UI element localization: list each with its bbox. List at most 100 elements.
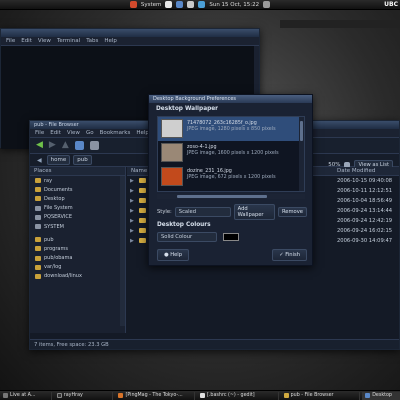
place-file-system[interactable]: File System	[30, 204, 125, 213]
sidebar-header[interactable]: Places	[30, 167, 125, 176]
taskbar-item-live[interactable]: Live at A...	[0, 391, 52, 400]
wallpaper-item[interactable]: zoso-4-1.jpg JPEG image, 1600 pixels x 1…	[158, 141, 304, 165]
system-menu[interactable]: System	[141, 2, 162, 8]
help-button[interactable]: ● Help	[157, 249, 190, 261]
taskbar-item-terminal[interactable]: rayHray	[54, 391, 114, 400]
network-icon[interactable]	[176, 1, 184, 8]
desktop-icon	[365, 393, 371, 398]
expander-icon[interactable]: ▶	[130, 208, 134, 214]
remove-button[interactable]: Remove	[277, 207, 307, 217]
background-preferences-dialog[interactable]: Desktop Background Preferences Desktop W…	[148, 94, 313, 266]
wallpaper-list-scrollbar[interactable]	[299, 117, 304, 191]
terminal-menu-help[interactable]: Help	[104, 38, 117, 44]
place-label: SYSTEM	[44, 223, 64, 230]
sidebar-scrollbar[interactable]	[120, 176, 125, 326]
bookmark-pub-obama[interactable]: pub/obama	[30, 254, 125, 263]
launcher-icon[interactable]	[165, 1, 173, 8]
terminal-menu-view[interactable]: View	[38, 38, 51, 44]
wallpaper-thumbnail	[161, 119, 183, 138]
colour-mode-select[interactable]: Solid Colour	[157, 232, 217, 242]
colour-swatch-button[interactable]	[223, 233, 239, 241]
place-pqservice[interactable]: PQSERVICE	[30, 213, 125, 222]
terminal-titlebar[interactable]	[1, 29, 259, 37]
column-name[interactable]: Name	[131, 168, 147, 174]
finish-button[interactable]: ✓ Finish	[272, 249, 307, 261]
row-date: 2006-10-04 18:56:49	[337, 198, 393, 204]
scrollbar-thumb[interactable]	[177, 195, 267, 198]
mail-icon[interactable]	[198, 1, 206, 8]
location-button-home[interactable]: home	[46, 155, 71, 165]
terminal-menu-terminal[interactable]: Terminal	[57, 38, 80, 44]
fb-menu-file[interactable]: File	[35, 130, 44, 136]
fb-menu-edit[interactable]: Edit	[50, 130, 61, 136]
taskbar-item-gedit[interactable]: [.bashrc (~) - gedit]	[197, 391, 279, 400]
fb-menu-go[interactable]: Go	[86, 130, 94, 136]
wallpaper-list[interactable]: 71478072_263c16285f_o.jpg JPEG image, 12…	[157, 116, 305, 192]
terminal-menu-edit[interactable]: Edit	[21, 38, 32, 44]
style-select[interactable]: Scaled	[174, 207, 231, 217]
place-label: PQSERVICE	[44, 214, 73, 221]
folder-icon	[35, 246, 41, 252]
wallpaper-info: JPEG image, 1280 pixels x 850 pixels	[187, 127, 276, 132]
taskbar-item-file-browser[interactable]: pub - File Browser	[281, 391, 361, 400]
column-date-modified[interactable]: Date Modified	[337, 168, 375, 174]
app-icon	[3, 393, 8, 398]
taskbar-item-browser[interactable]: [PingMag - The Tokyo-...	[115, 391, 196, 400]
folder-icon	[139, 208, 146, 213]
bookmark-var-log[interactable]: var/log	[30, 263, 125, 272]
expander-icon[interactable]: ▶	[130, 188, 134, 194]
folder-icon	[283, 393, 289, 398]
scrollbar-thumb[interactable]	[300, 121, 303, 141]
folder-icon	[35, 264, 41, 270]
folder-icon	[35, 187, 41, 193]
fb-menu-help[interactable]: Help	[136, 130, 149, 136]
bottom-taskbar: Live at A... rayHray [PingMag - The Toky…	[0, 390, 400, 400]
place-desktop[interactable]: Desktop	[30, 194, 125, 203]
dialog-title[interactable]: Desktop Background Preferences	[149, 95, 312, 103]
bookmark-download-linux[interactable]: download/linux	[30, 272, 125, 281]
reload-icon[interactable]	[74, 141, 84, 150]
power-icon[interactable]	[263, 1, 271, 8]
wallpaper-item[interactable]: 71478072_263c16285f_o.jpg JPEG image, 12…	[158, 117, 304, 141]
folder-icon	[35, 237, 41, 243]
place-documents[interactable]: Documents	[30, 185, 125, 194]
bookmark-label: download/linux	[44, 273, 82, 280]
back-arrow-icon[interactable]: ◀	[36, 141, 43, 150]
add-wallpaper-button[interactable]: Add Wallpaper	[233, 204, 275, 220]
expander-icon[interactable]: ▶	[130, 228, 134, 234]
volume-icon[interactable]	[187, 1, 195, 8]
expander-icon[interactable]: ▶	[130, 178, 134, 184]
home-icon[interactable]	[89, 141, 99, 150]
folder-icon	[139, 228, 146, 233]
expander-icon[interactable]: ▶	[130, 218, 134, 224]
terminal-menubar: File Edit View Terminal Tabs Help	[1, 37, 259, 46]
wallpaper-item[interactable]: dozine_231_16.jpg JPEG image, 672 pixels…	[158, 165, 304, 189]
style-row: Style: Scaled Add Wallpaper Remove	[157, 204, 307, 220]
fb-menu-view[interactable]: View	[67, 130, 80, 136]
row-date: 2006-10-15 09:40:08	[337, 178, 393, 184]
terminal-menu-tabs[interactable]: Tabs	[86, 38, 98, 44]
dialog-button-row: ● Help ✓ Finish	[157, 249, 307, 261]
bookmark-programs[interactable]: programs	[30, 244, 125, 253]
location-left-arrow-icon[interactable]: ◀	[35, 157, 44, 164]
place-label: Documents	[44, 186, 73, 193]
place-ray[interactable]: ray	[30, 176, 125, 185]
fb-menu-bookmarks[interactable]: Bookmarks	[100, 130, 131, 136]
taskbar-item-desktop[interactable]: Desktop	[362, 391, 400, 400]
expander-icon[interactable]: ▶	[130, 238, 134, 244]
location-button-pub[interactable]: pub	[73, 155, 92, 165]
drive-icon	[35, 224, 41, 230]
expander-icon[interactable]: ▶	[130, 198, 134, 204]
clock[interactable]: Sun 15 Oct, 15:22	[209, 2, 259, 8]
wallpaper-horizontal-scrollbar[interactable]	[157, 194, 305, 199]
forward-arrow-icon[interactable]: ▶	[49, 141, 56, 150]
terminal-menu-file[interactable]: File	[6, 38, 15, 44]
panel-center: System Sun 15 Oct, 15:22	[129, 1, 271, 8]
bookmark-pub[interactable]: pub	[30, 235, 125, 244]
place-system[interactable]: SYSTEM	[30, 222, 125, 231]
wallpaper-text: dozine_231_16.jpg JPEG image, 672 pixels…	[187, 167, 276, 187]
ubuntu-logo-icon[interactable]	[129, 1, 137, 8]
up-arrow-icon[interactable]: ▲	[62, 141, 69, 150]
wallpaper-section-heading: Desktop Wallpaper	[156, 106, 219, 112]
folder-icon	[139, 178, 146, 183]
